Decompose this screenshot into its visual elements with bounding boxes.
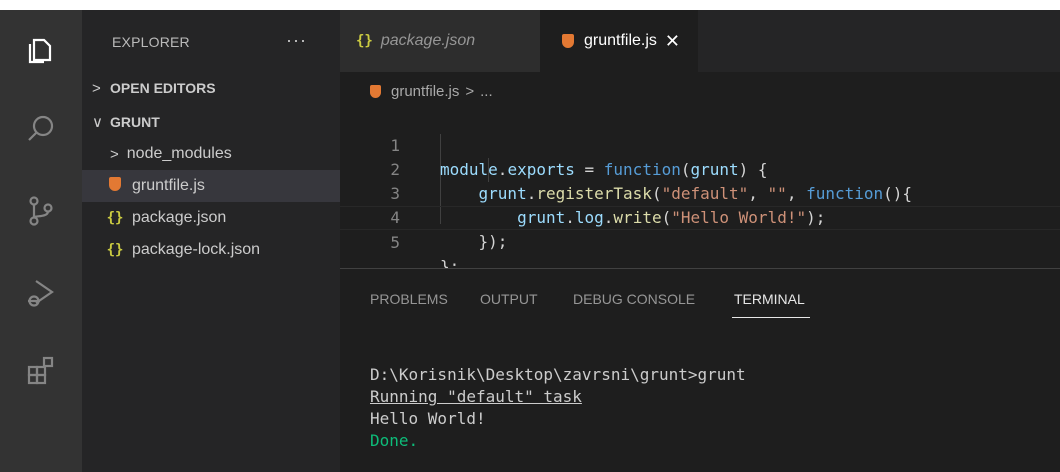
active-tab-indicator bbox=[732, 317, 810, 318]
tree-item-package-json[interactable]: {} package.json bbox=[82, 202, 340, 234]
bottom-panel: PROBLEMS OUTPUT DEBUG CONSOLE TERMINAL D… bbox=[340, 268, 1060, 472]
code-editor[interactable]: 1 module.exports = function(grunt) { 2 g… bbox=[340, 104, 1060, 276]
explorer-sidebar: EXPLORER ··· > OPEN EDITORS ∨ GRUNT > no… bbox=[82, 10, 340, 472]
search-icon[interactable] bbox=[22, 110, 60, 148]
tree-item-label: gruntfile.js bbox=[132, 177, 205, 194]
breadcrumb-rest[interactable]: ... bbox=[480, 83, 493, 100]
code-line: 1 module.exports = function(grunt) { bbox=[340, 110, 1060, 179]
tab-gruntfile[interactable]: gruntfile.js ✕ bbox=[540, 10, 698, 72]
more-actions-button[interactable]: ··· bbox=[286, 30, 307, 51]
tab-terminal[interactable]: TERMINAL bbox=[734, 291, 805, 307]
tree-item-package-lock-json[interactable]: {} package-lock.json bbox=[82, 234, 340, 266]
terminal-line: Hello World! bbox=[370, 409, 486, 428]
code-line: 2 grunt.registerTask("default", "", func… bbox=[340, 134, 1060, 203]
folder-label: GRUNT bbox=[110, 114, 160, 130]
code-text: }); bbox=[440, 232, 508, 251]
explorer-icon[interactable] bbox=[22, 30, 60, 68]
tab-package-json[interactable]: {} package.json bbox=[340, 10, 540, 72]
tab-label: gruntfile.js bbox=[584, 32, 657, 49]
tab-label: package.json bbox=[380, 32, 476, 49]
grunt-folder-section[interactable]: ∨ GRUNT bbox=[92, 108, 160, 136]
breadcrumb: gruntfile.js > ... bbox=[370, 80, 493, 102]
tree-item-node-modules[interactable]: > node_modules bbox=[82, 138, 340, 170]
open-editors-label: OPEN EDITORS bbox=[110, 80, 216, 96]
tree-item-gruntfile[interactable]: gruntfile.js bbox=[82, 170, 340, 202]
code-line: 3 grunt.log.write("Hello World!"); bbox=[340, 158, 1060, 227]
breadcrumb-file[interactable]: gruntfile.js bbox=[391, 83, 459, 100]
json-file-icon: {} bbox=[106, 210, 124, 226]
grunt-file-icon bbox=[562, 34, 574, 48]
explorer-title: EXPLORER bbox=[112, 34, 190, 50]
tree-item-label: package.json bbox=[132, 209, 227, 226]
line-number: 5 bbox=[390, 233, 400, 252]
source-control-icon[interactable] bbox=[22, 192, 60, 230]
terminal-line: Running "default" task bbox=[370, 387, 582, 406]
tree-item-label: node_modules bbox=[126, 145, 232, 162]
window-top-strip bbox=[0, 0, 1060, 10]
run-debug-icon[interactable] bbox=[22, 274, 60, 312]
json-file-icon: {} bbox=[356, 33, 373, 49]
breadcrumb-separator: > bbox=[465, 82, 475, 100]
code-line: 4 }); bbox=[340, 182, 1060, 251]
tab-output[interactable]: OUTPUT bbox=[480, 291, 538, 307]
open-editors-section[interactable]: > OPEN EDITORS bbox=[92, 74, 216, 102]
terminal-line: Done. bbox=[370, 431, 419, 450]
json-file-icon: {} bbox=[106, 242, 124, 258]
editor-tab-bar: {} package.json gruntfile.js ✕ bbox=[340, 10, 1060, 72]
chevron-down-icon: ∨ bbox=[92, 114, 103, 131]
terminal-line: D:\Korisnik\Desktop\zavrsni\grunt>grunt bbox=[370, 365, 746, 384]
chevron-right-icon: > bbox=[92, 79, 101, 97]
code-line-current: 5 }; bbox=[340, 206, 1060, 276]
tree-item-label: package-lock.json bbox=[132, 241, 261, 258]
grunt-file-icon bbox=[370, 84, 381, 98]
tab-debug-console[interactable]: DEBUG CONSOLE bbox=[573, 291, 695, 307]
activity-bar bbox=[0, 10, 82, 472]
chevron-right-icon: > bbox=[110, 145, 119, 163]
grunt-file-icon bbox=[104, 176, 126, 196]
extensions-icon[interactable] bbox=[22, 352, 60, 390]
tab-problems[interactable]: PROBLEMS bbox=[370, 291, 448, 307]
close-icon[interactable]: ✕ bbox=[665, 31, 680, 52]
